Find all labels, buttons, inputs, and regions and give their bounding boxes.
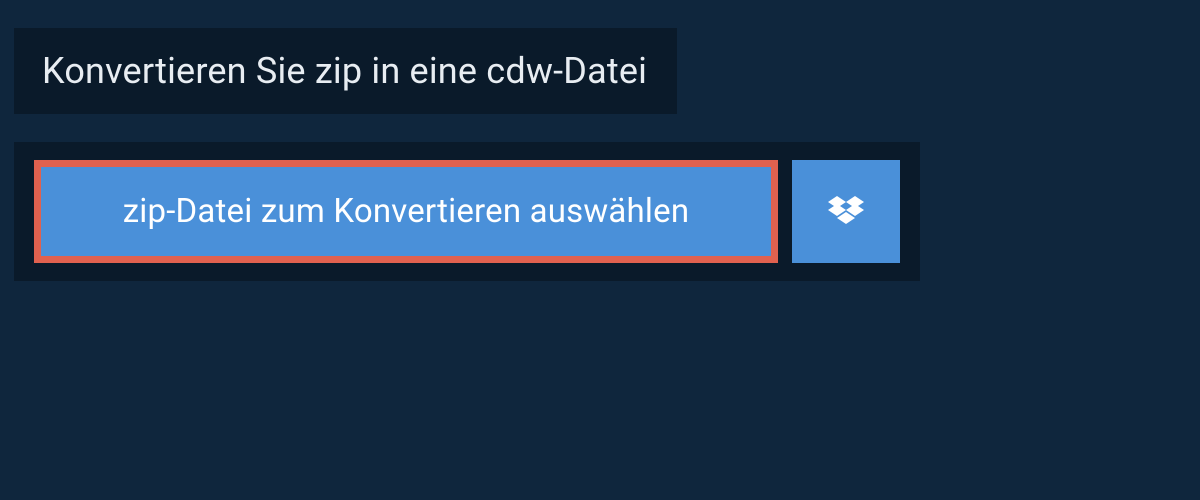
select-file-button[interactable]: zip-Datei zum Konvertieren auswählen	[34, 160, 778, 263]
dropbox-button[interactable]	[792, 160, 900, 263]
select-file-label: zip-Datei zum Konvertieren auswählen	[123, 192, 690, 231]
page-title: Konvertieren Sie zip in eine cdw-Datei	[42, 50, 647, 92]
header-bar: Konvertieren Sie zip in eine cdw-Datei	[14, 28, 677, 114]
button-row: zip-Datei zum Konvertieren auswählen	[14, 142, 920, 281]
dropbox-icon	[828, 196, 864, 228]
